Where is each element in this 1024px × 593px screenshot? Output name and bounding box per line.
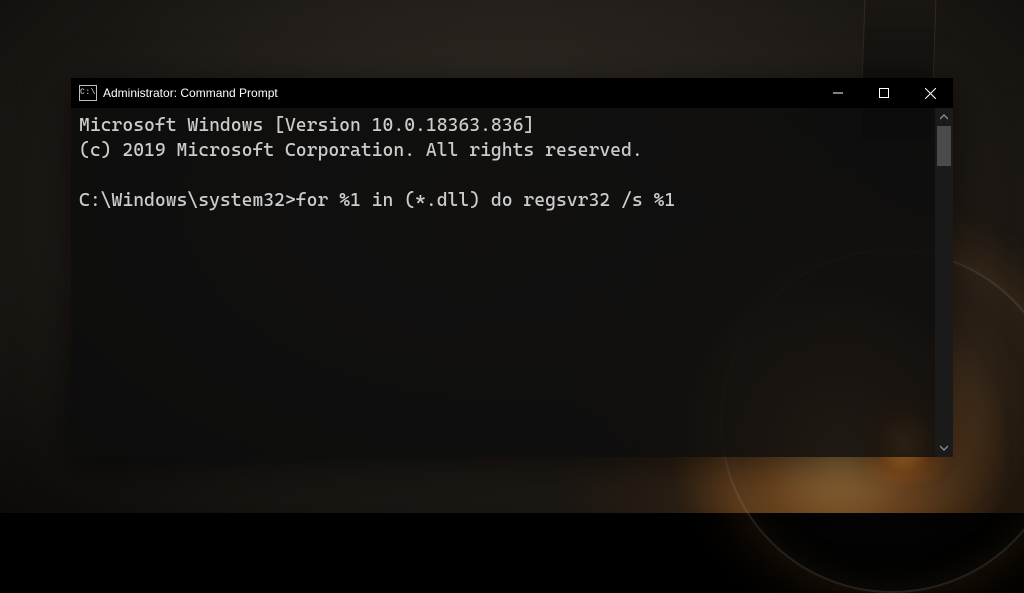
cmd-icon: C:\ xyxy=(79,85,97,101)
chevron-down-icon xyxy=(940,445,948,451)
window-title: Administrator: Command Prompt xyxy=(103,86,278,100)
scroll-down-button[interactable] xyxy=(935,439,953,457)
vertical-scrollbar[interactable] xyxy=(935,108,953,457)
command-input[interactable]: for %1 in (*.dll) do regsvr32 /s %1 xyxy=(296,190,675,211)
titlebar[interactable]: C:\ Administrator: Command Prompt xyxy=(71,78,953,108)
close-button[interactable] xyxy=(907,78,953,108)
minimize-icon xyxy=(833,88,843,98)
console-output[interactable]: Microsoft Windows [Version 10.0.18363.83… xyxy=(71,108,935,457)
command-prompt-window: C:\ Administrator: Command Prompt Micros… xyxy=(71,78,953,457)
chevron-up-icon xyxy=(940,114,948,120)
banner-line-2: (c) 2019 Microsoft Corporation. All righ… xyxy=(79,140,643,161)
banner-line-1: Microsoft Windows [Version 10.0.18363.83… xyxy=(79,115,534,136)
close-icon xyxy=(925,88,936,99)
maximize-button[interactable] xyxy=(861,78,907,108)
maximize-icon xyxy=(879,88,889,98)
scroll-up-button[interactable] xyxy=(935,108,953,126)
prompt-path: C:\Windows\system32> xyxy=(79,190,296,211)
scroll-thumb[interactable] xyxy=(937,126,951,166)
minimize-button[interactable] xyxy=(815,78,861,108)
